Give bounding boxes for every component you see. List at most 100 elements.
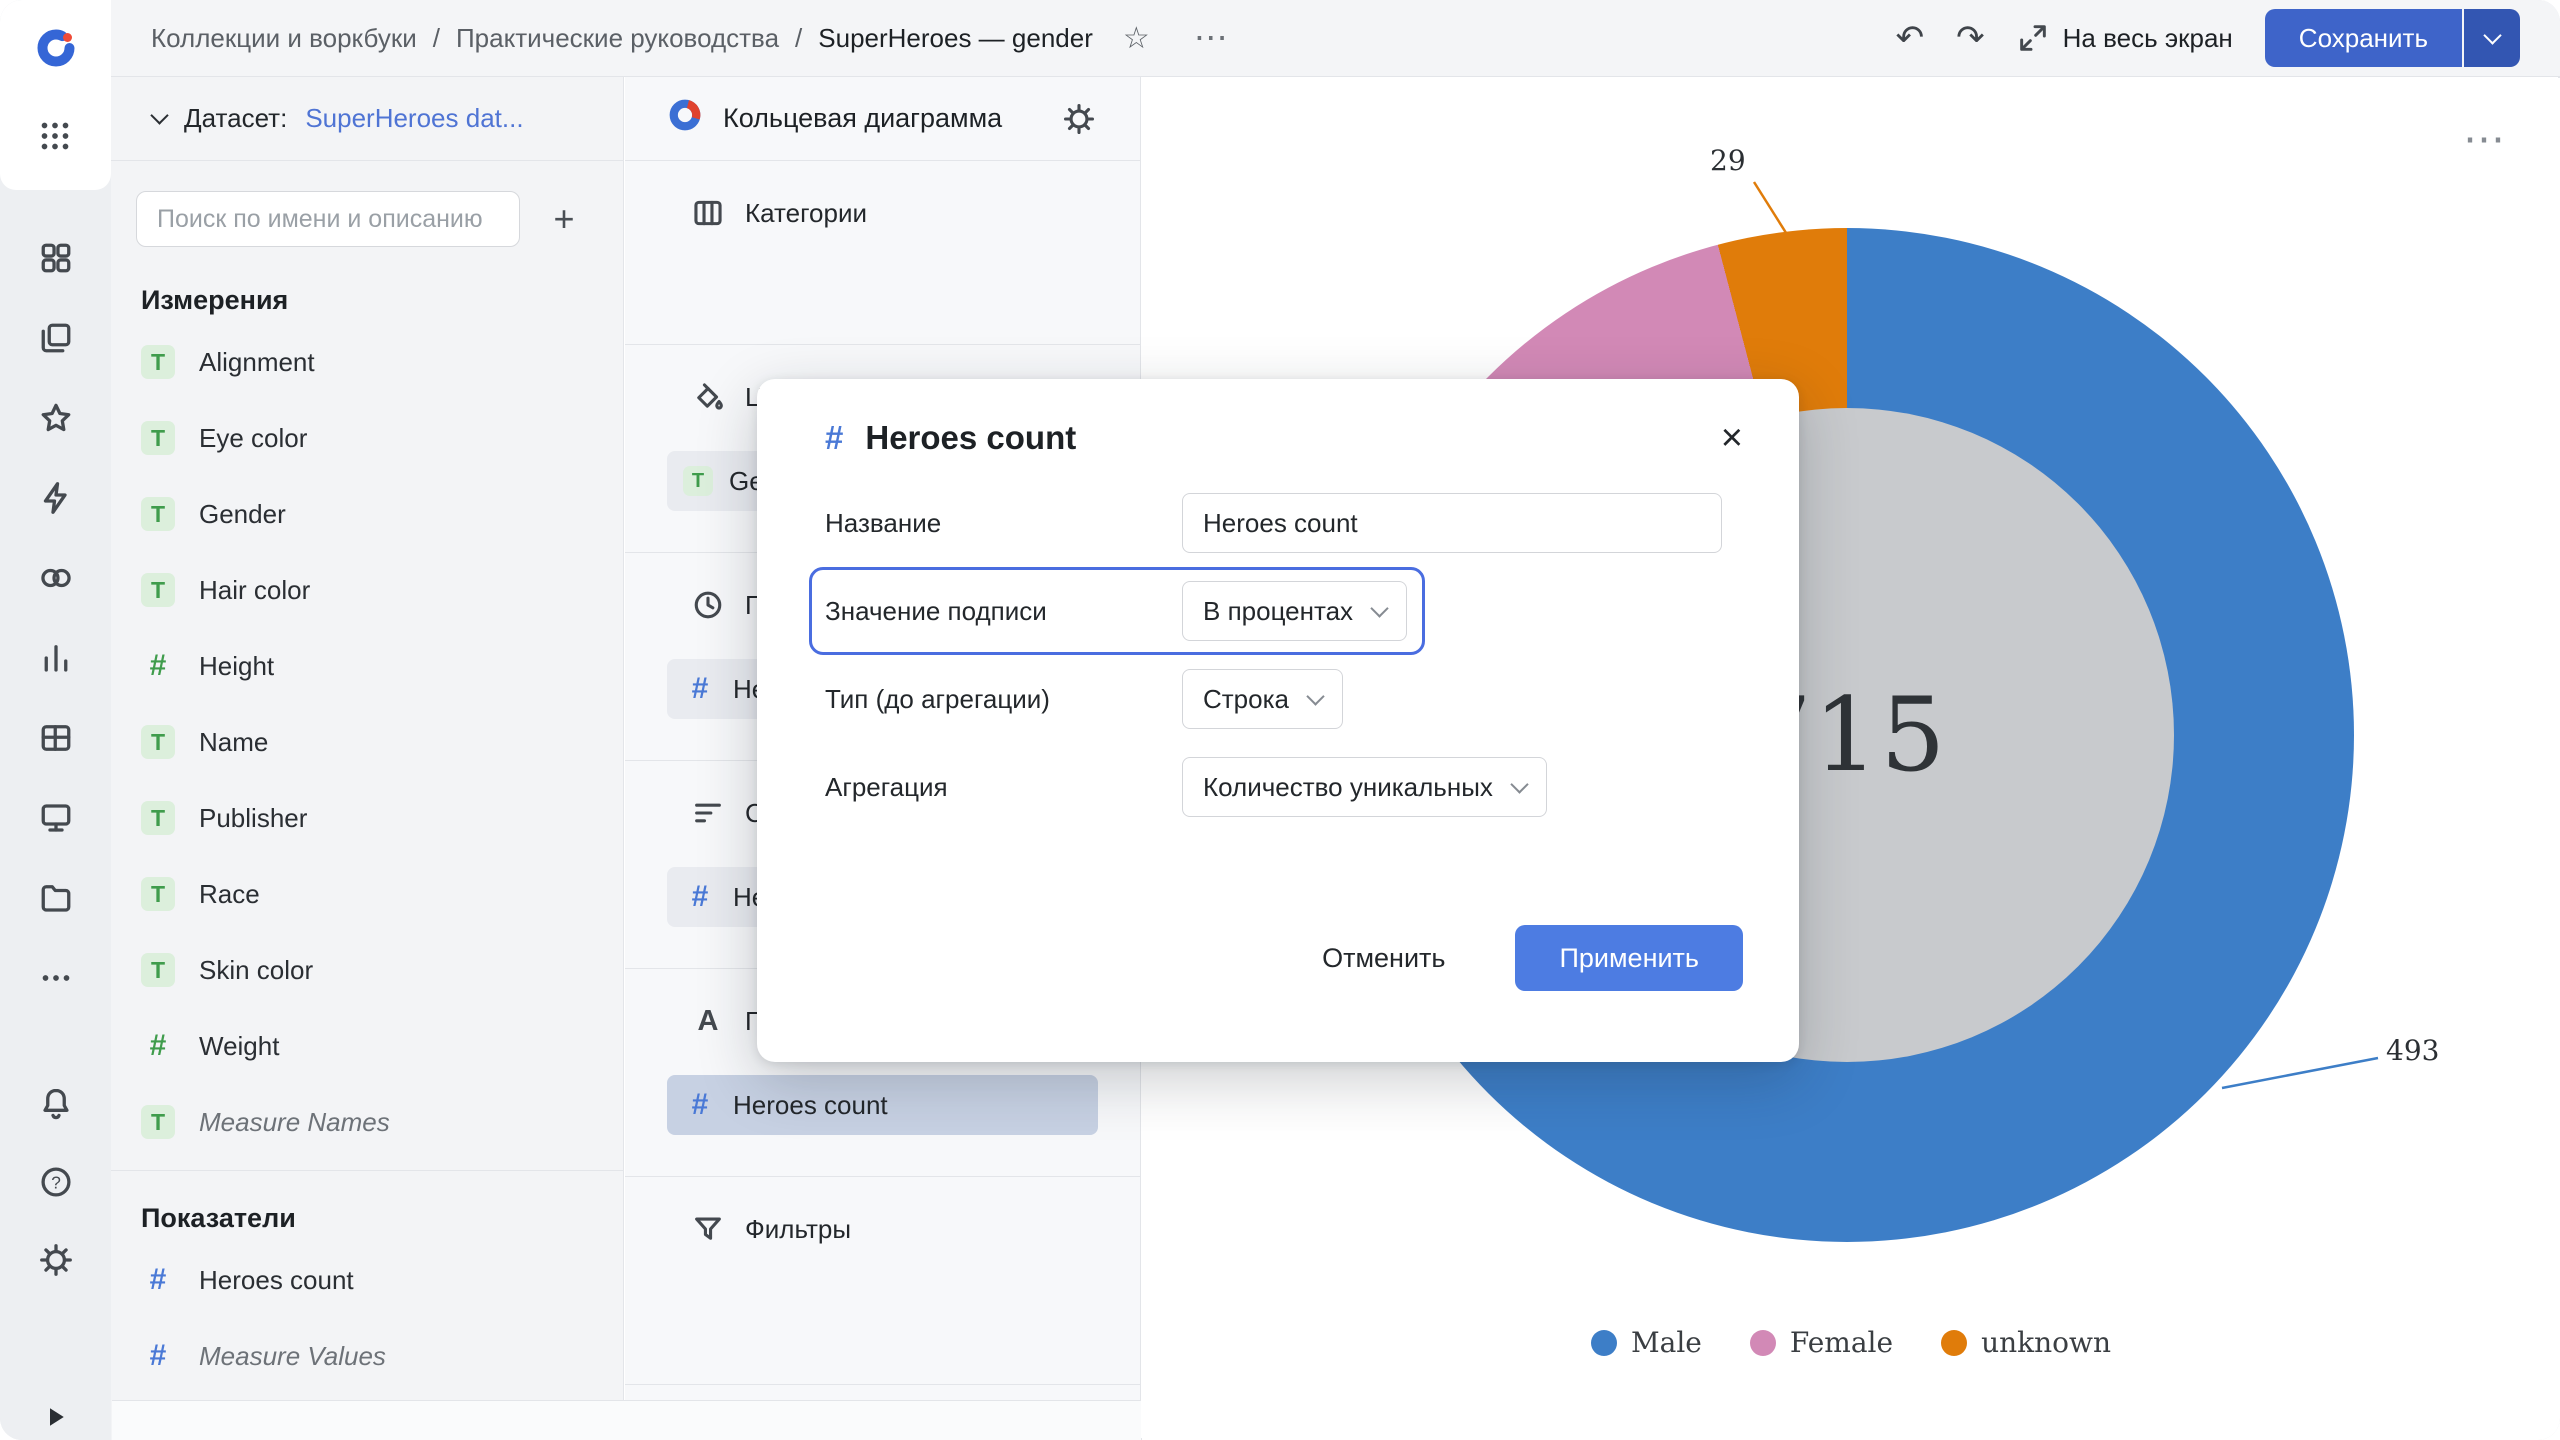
storage-icon[interactable] [38, 880, 74, 916]
editor-icon[interactable] [38, 800, 74, 836]
chart-type-label[interactable]: Кольцевая диаграмма [723, 103, 1002, 134]
field-row[interactable]: # Weight [111, 1008, 623, 1084]
field-label: Race [199, 879, 260, 910]
chart-legend: Male Female unknown [1142, 1326, 2560, 1359]
notifications-icon[interactable] [38, 1086, 74, 1122]
field-row[interactable]: T Name [111, 704, 623, 780]
legend-item[interactable]: Male [1591, 1326, 1702, 1359]
string-type-icon: T [141, 725, 175, 759]
dataset-header: Датасет: SuperHeroes dat... [111, 77, 623, 161]
dashboards-icon[interactable] [38, 240, 74, 276]
field-row[interactable]: T Publisher [111, 780, 623, 856]
datalens-logo[interactable] [33, 25, 79, 71]
field-row[interactable]: T Alignment [111, 324, 623, 400]
number-type-icon: # [141, 1029, 175, 1063]
collections-icon[interactable] [38, 320, 74, 356]
dialog-buttons: Отменить Применить [825, 925, 1743, 991]
number-type-icon: # [141, 1339, 175, 1373]
workbook-menu-icon[interactable]: ⋯ [1194, 18, 1230, 58]
string-type-icon: T [141, 345, 175, 379]
datasets-icon[interactable] [38, 720, 74, 756]
favorites-icon[interactable] [38, 400, 74, 436]
legend-item[interactable]: unknown [1941, 1326, 2111, 1359]
section-label: Фильтры [745, 1214, 851, 1245]
legend-label: Female [1790, 1326, 1893, 1359]
field-row[interactable]: # Height [111, 628, 623, 704]
label-value-select[interactable]: В процентах [1182, 581, 1407, 641]
field-label: Gender [199, 499, 286, 530]
relations-icon[interactable] [38, 560, 74, 596]
measures-header: Показатели [141, 1203, 623, 1234]
field-row[interactable]: T Measure Names [111, 1084, 623, 1160]
data-label: 29 [1710, 144, 1746, 177]
number-type-icon: # [141, 649, 175, 683]
legend-label: unknown [1981, 1326, 2111, 1359]
dataset-name-link[interactable]: SuperHeroes dat... [305, 103, 523, 134]
field-label: Weight [199, 1031, 279, 1062]
breadcrumb-collections[interactable]: Коллекции и воркбуки [151, 23, 417, 54]
svg-text:?: ? [51, 1172, 61, 1192]
chart-menu-icon[interactable]: ⋯ [2463, 118, 2508, 160]
chart-settings-gear-icon[interactable] [1062, 102, 1096, 136]
field-chip-selected[interactable]: # Heroes count [667, 1075, 1098, 1135]
field-row[interactable]: T Skin color [111, 932, 623, 1008]
connections-icon[interactable] [38, 480, 74, 516]
field-row[interactable]: T Gender [111, 476, 623, 552]
fullscreen-button[interactable]: На весь экран [2017, 22, 2233, 54]
field-row[interactable]: T Hair color [111, 552, 623, 628]
legend-item[interactable]: Female [1750, 1326, 1893, 1359]
topbar: Коллекции и воркбуки / Практические руко… [111, 0, 2560, 77]
legend-dot-icon [1750, 1330, 1776, 1356]
aggregation-select[interactable]: Количество уникальных [1182, 757, 1547, 817]
run-icon[interactable] [40, 1402, 70, 1437]
section-title: Фильтры [667, 1207, 1098, 1251]
apps-grid-icon[interactable] [37, 118, 73, 159]
charts-icon[interactable] [38, 640, 74, 676]
field-row[interactable]: T Eye color [111, 400, 623, 476]
type-select[interactable]: Строка [1182, 669, 1343, 729]
section-filters: Фильтры [625, 1177, 1140, 1385]
field-row[interactable]: # Measure Values [111, 1318, 623, 1394]
undo-icon[interactable]: ↶ [1896, 21, 1925, 55]
labels-icon: A [691, 1005, 725, 1038]
save-split-button: Сохранить [2265, 9, 2520, 67]
settings-icon[interactable] [38, 1242, 74, 1278]
field-label: Name [199, 727, 268, 758]
dataset-label: Датасет: [184, 103, 287, 134]
legend-dot-icon [1591, 1330, 1617, 1356]
donut-chart-type-icon[interactable] [667, 97, 703, 140]
more-icon[interactable] [38, 960, 74, 1001]
filters-funnel-icon [691, 1212, 725, 1246]
field-row[interactable]: T Race [111, 856, 623, 932]
breadcrumb-guides[interactable]: Практические руководства [456, 23, 779, 54]
dialog-title: Heroes count [865, 419, 1076, 457]
dialog-title-row: # Heroes count × [825, 419, 1743, 457]
field-label: Hair color [199, 575, 310, 606]
cancel-button[interactable]: Отменить [1296, 926, 1471, 990]
save-options-button[interactable] [2464, 9, 2520, 67]
rail-nav [0, 240, 111, 1001]
measure-settings-dialog: # Heroes count × Название Значение подпи… [757, 379, 1799, 1062]
help-icon[interactable]: ? [38, 1164, 74, 1200]
save-button[interactable]: Сохранить [2265, 9, 2462, 67]
app-window: ? Коллекции и воркбуки / Практические ру… [0, 0, 2560, 1440]
chevron-down-icon [1510, 775, 1528, 793]
add-field-button[interactable]: + [540, 195, 588, 243]
field-row[interactable]: # Heroes count [111, 1242, 623, 1318]
field-label: Значение подписи [825, 596, 1182, 627]
field-label: Measure Values [199, 1341, 386, 1372]
panel-bottom-strip [112, 1400, 1141, 1440]
field-label: Eye color [199, 423, 307, 454]
favorite-star-icon[interactable]: ☆ [1123, 21, 1150, 56]
apply-button[interactable]: Применить [1515, 925, 1743, 991]
string-type-icon: T [141, 877, 175, 911]
field-search-input[interactable] [136, 191, 520, 247]
breadcrumb-current: SuperHeroes — gender [818, 23, 1093, 54]
select-value: В процентах [1203, 596, 1353, 627]
redo-icon[interactable]: ↷ [1956, 21, 1985, 55]
measures-block: Показатели # Heroes count # Measure Valu… [111, 1170, 623, 1394]
close-icon[interactable]: × [1721, 419, 1743, 457]
name-input[interactable] [1182, 493, 1722, 553]
field-label: Skin color [199, 955, 313, 986]
dataset-collapse-icon[interactable] [150, 106, 168, 124]
